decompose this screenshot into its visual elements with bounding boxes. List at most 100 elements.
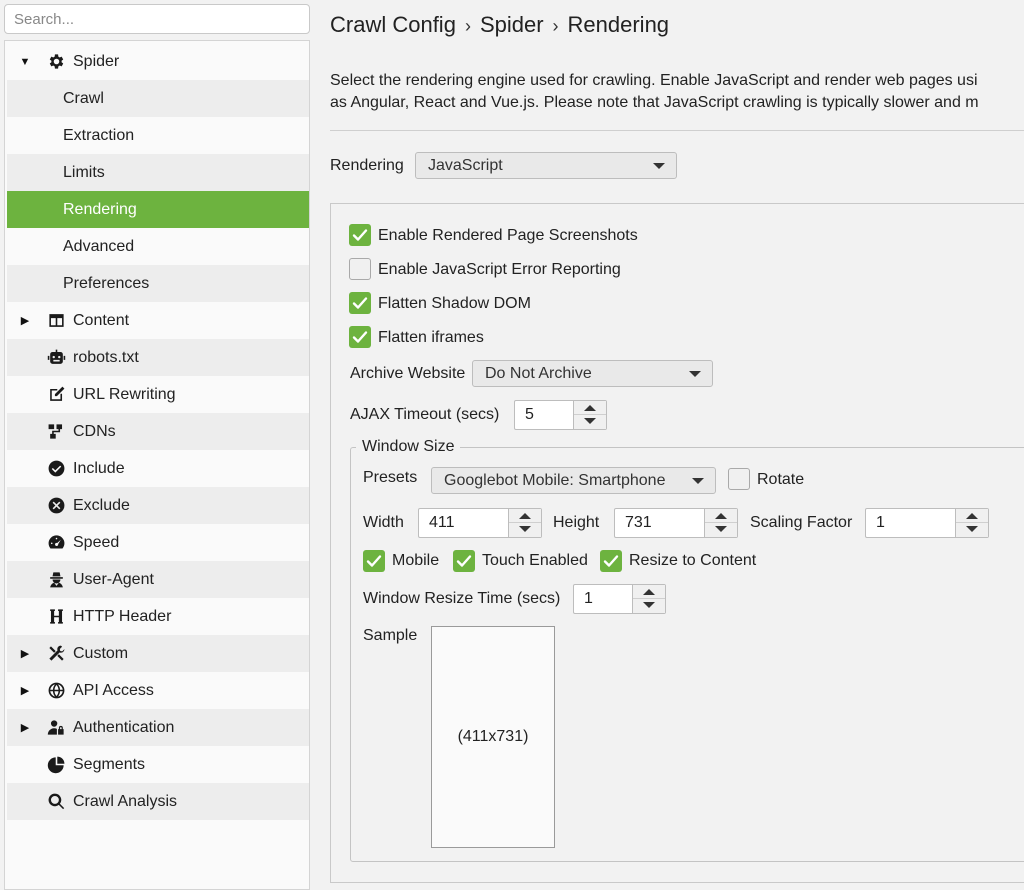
touch-enabled-label: Touch Enabled	[482, 552, 588, 569]
robot-icon	[45, 339, 67, 376]
tree-item-crawl[interactable]: Crawl	[7, 80, 309, 117]
screenshots-checkbox[interactable]	[349, 224, 371, 246]
tree-item-label: Preferences	[63, 275, 150, 292]
tree-item-limits[interactable]: Limits	[7, 154, 309, 191]
tree-item-label: Speed	[73, 534, 120, 551]
tree-item-speed[interactable]: Speed	[7, 524, 309, 561]
tree-item-label: Spider	[73, 53, 120, 70]
presets-label: Presets	[363, 469, 418, 486]
tree-item-spider[interactable]: ▼ Spider	[7, 43, 309, 80]
js-error-reporting-checkbox[interactable]	[349, 258, 371, 280]
resize-to-content-label: Resize to Content	[629, 552, 757, 569]
rendering-select[interactable]: JavaScript	[415, 152, 677, 179]
breadcrumb-item: Rendering	[567, 12, 670, 37]
rendering-label: Rendering	[330, 157, 404, 174]
spin-down-button[interactable]	[509, 523, 541, 537]
width-value: 411	[429, 514, 455, 531]
tree-item-label: Rendering	[63, 201, 137, 218]
flatten-shadow-dom-checkbox[interactable]	[349, 292, 371, 314]
spin-down-button[interactable]	[705, 523, 737, 537]
resize-to-content-checkbox[interactable]	[600, 550, 622, 572]
spin-buttons	[508, 509, 541, 537]
breadcrumb-separator: ›	[464, 16, 471, 36]
checkmark-icon	[352, 229, 368, 241]
ajax-timeout-value: 5	[525, 406, 534, 423]
rotate-checkbox[interactable]	[728, 468, 750, 490]
resize-time-spinbox[interactable]: 1	[573, 584, 666, 614]
chevron-down-icon	[692, 478, 704, 484]
breadcrumb-item: Spider	[479, 12, 544, 37]
gear-icon	[45, 43, 67, 80]
width-spinbox[interactable]: 411	[418, 508, 542, 538]
breadcrumb-item: Crawl Config	[330, 12, 456, 37]
description-line: Select the rendering engine used for cra…	[330, 72, 978, 89]
spin-up-button[interactable]	[574, 401, 606, 415]
tree-item-label: Segments	[73, 756, 146, 773]
tree-item-preferences[interactable]: Preferences	[7, 265, 309, 302]
spin-up-button[interactable]	[509, 509, 541, 523]
tree-item-robots[interactable]: robots.txt	[7, 339, 309, 376]
collapse-arrow-icon[interactable]: ▶	[17, 635, 33, 672]
tree-item-content[interactable]: ▶ Content	[7, 302, 309, 339]
tree-item-label: Include	[73, 460, 125, 477]
expand-arrow-icon[interactable]: ▼	[17, 43, 33, 80]
tree-item-label: Extraction	[63, 127, 135, 144]
magnifier-icon	[45, 783, 67, 820]
resize-time-value: 1	[584, 590, 593, 607]
ajax-timeout-spinbox[interactable]: 5	[514, 400, 607, 430]
tree-item-api-access[interactable]: ▶ API Access	[7, 672, 309, 709]
spin-up-button[interactable]	[956, 509, 988, 523]
rotate-label: Rotate	[757, 471, 805, 488]
archive-website-select[interactable]: Do Not Archive	[472, 360, 713, 387]
height-spinbox[interactable]: 731	[614, 508, 738, 538]
tree-item-authentication[interactable]: ▶ Authentication	[7, 709, 309, 746]
tree-item-label: Authentication	[73, 719, 175, 736]
x-circle-icon	[45, 487, 67, 524]
page-description: Select the rendering engine used for cra…	[330, 70, 1024, 114]
spin-down-button[interactable]	[956, 523, 988, 537]
search-input[interactable]	[4, 4, 310, 34]
tree-item-exclude[interactable]: Exclude	[7, 487, 309, 524]
presets-select[interactable]: Googlebot Mobile: Smartphone	[431, 467, 716, 494]
tree-item-crawl-analysis[interactable]: Crawl Analysis	[7, 783, 309, 820]
tree-item-custom[interactable]: ▶ Custom	[7, 635, 309, 672]
tree-item-label: Advanced	[63, 238, 135, 255]
tree-item-label: API Access	[73, 682, 154, 699]
tree-item-label: CDNs	[73, 423, 116, 440]
touch-enabled-checkbox[interactable]	[453, 550, 475, 572]
tree-item-rendering[interactable]: Rendering	[7, 191, 309, 228]
tree-item-cdns[interactable]: CDNs	[7, 413, 309, 450]
tree-item-extraction[interactable]: Extraction	[7, 117, 309, 154]
mobile-checkbox[interactable]	[363, 550, 385, 572]
collapse-arrow-icon[interactable]: ▶	[17, 302, 33, 339]
chevron-down-icon	[689, 371, 701, 377]
flatten-iframes-checkbox[interactable]	[349, 326, 371, 348]
tree-item-user-agent[interactable]: User-Agent	[7, 561, 309, 598]
scaling-factor-value: 1	[876, 514, 885, 531]
spin-buttons	[632, 585, 665, 613]
tree-item-label: robots.txt	[73, 349, 139, 366]
archive-website-value: Do Not Archive	[485, 365, 592, 382]
tree-item-http-header[interactable]: HTTP Header	[7, 598, 309, 635]
tree-item-include[interactable]: Include	[7, 450, 309, 487]
collapse-arrow-icon[interactable]: ▶	[17, 672, 33, 709]
tree-item-advanced[interactable]: Advanced	[7, 228, 309, 265]
tree-item-label: Custom	[73, 645, 129, 662]
spin-up-button[interactable]	[705, 509, 737, 523]
screenshots-label: Enable Rendered Page Screenshots	[378, 227, 638, 244]
scaling-factor-spinbox[interactable]: 1	[865, 508, 989, 538]
sample-dimensions: (411x731)	[457, 728, 529, 745]
tree-item-label: HTTP Header	[73, 608, 172, 625]
spin-down-button[interactable]	[633, 599, 665, 613]
checkmark-icon	[366, 555, 382, 567]
user-secret-icon	[45, 561, 67, 598]
tree-item-url-rewriting[interactable]: URL Rewriting	[7, 376, 309, 413]
spin-up-button[interactable]	[633, 585, 665, 599]
tree-item-segments[interactable]: Segments	[7, 746, 309, 783]
checkmark-icon	[603, 555, 619, 567]
spin-down-button[interactable]	[574, 415, 606, 429]
tree-item-label: Limits	[63, 164, 105, 181]
collapse-arrow-icon[interactable]: ▶	[17, 709, 33, 746]
config-tree: ▼ Spider Crawl Extraction Limits Renderi…	[4, 40, 310, 890]
tools-icon	[45, 635, 67, 672]
